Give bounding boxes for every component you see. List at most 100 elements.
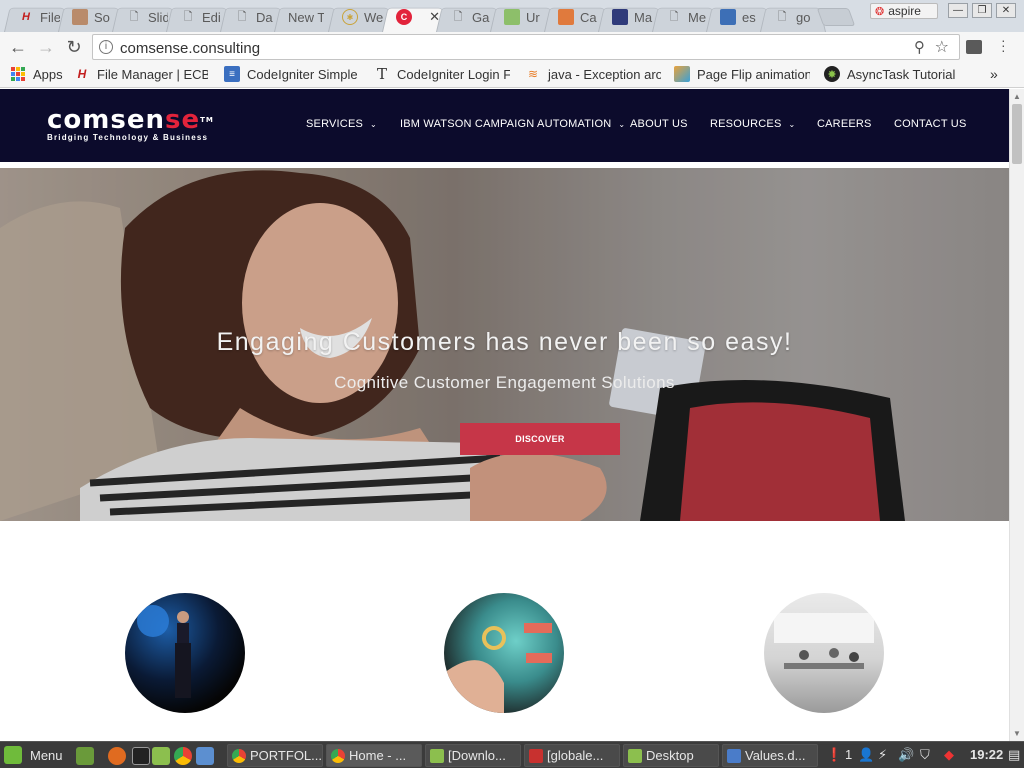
app-icon[interactable] — [196, 747, 214, 765]
arrow-left-icon: ← — [9, 36, 27, 57]
browser-tab[interactable]: So — [58, 2, 116, 32]
zoom-icon[interactable]: ⚲ — [914, 38, 925, 56]
android-icon: ✸ — [824, 66, 840, 82]
extension-icon[interactable] — [966, 40, 982, 54]
terminal-icon[interactable] — [132, 747, 150, 765]
more-bookmarks-icon[interactable]: » — [990, 66, 998, 82]
taskbar-window[interactable]: PORTFOL... — [227, 744, 323, 767]
browser-tab[interactable]: Ma — [598, 2, 656, 32]
back-button[interactable]: ← — [7, 36, 29, 58]
browser-tab[interactable]: 🗋 Ga — [436, 2, 494, 32]
feature-image-automation[interactable] — [444, 593, 564, 713]
comsense-icon: C — [396, 9, 412, 25]
shield-icon[interactable]: ⛉ — [920, 747, 930, 763]
chrome-icon — [331, 748, 345, 763]
url-text[interactable]: comsense.consulting — [120, 40, 260, 57]
star-icon[interactable]: ☆ — [935, 37, 949, 57]
minimize-button[interactable]: — — [948, 3, 968, 18]
start-menu-button[interactable]: Menu — [4, 746, 63, 764]
browser-tab[interactable]: ✱ We — [328, 2, 386, 32]
close-icon: ✕ — [1001, 5, 1011, 16]
page-icon: 🗋 — [129, 10, 139, 23]
scroll-down-icon[interactable]: ▼ — [1013, 729, 1021, 738]
page-icon: 🗋 — [669, 10, 679, 23]
mint-logo-icon — [4, 746, 22, 764]
page-scrollbar[interactable]: ▲ ▼ — [1009, 89, 1024, 741]
volume-icon[interactable]: 🔊 — [898, 747, 914, 763]
image-icon — [72, 9, 88, 25]
user-icon[interactable]: 👤 — [858, 747, 874, 763]
nav-resources[interactable]: RESOURCES ⌄ — [710, 118, 795, 130]
browser-tab[interactable]: Ur — [490, 2, 548, 32]
bookmark-item[interactable]: ✸ AsyncTask Tutorial — [824, 66, 964, 82]
feature-image-commerce[interactable] — [125, 593, 245, 713]
firefox-icon[interactable] — [108, 747, 126, 765]
image-icon — [674, 66, 690, 82]
square-icon — [720, 9, 736, 25]
logo-tagline: Bridging Technology & Business — [47, 133, 209, 142]
info-icon[interactable]: i — [99, 40, 113, 54]
page-viewport: comsenseTM Bridging Technology & Busines… — [0, 89, 1009, 741]
browser-tab[interactable]: Ca — [544, 2, 602, 32]
browser-tab[interactable]: es — [706, 2, 764, 32]
taskbar-window[interactable]: Desktop — [623, 744, 719, 767]
close-icon[interactable]: ✕ — [429, 9, 440, 25]
page-icon: 🗋 — [453, 10, 463, 23]
bookmark-item[interactable]: H File Manager | ECB — [74, 66, 208, 82]
browser-tab-active[interactable]: C ✕ — [382, 2, 440, 32]
hero-banner: Engaging Customers has never been so eas… — [0, 168, 1009, 521]
tab-strip: H File So 🗋 Slid 🗋 Edi 🗋 Da New T ✱ We C ✕ 🗋 Ga… — [0, 0, 1024, 34]
feature-image-office[interactable] — [764, 593, 884, 713]
browser-tab[interactable]: 🗋 Slid — [112, 2, 170, 32]
bookmarks-bar: Apps H File Manager | ECB ≡ CodeIgniter Si… — [0, 62, 1024, 88]
taskbar-window-active[interactable]: Home - ... — [326, 744, 422, 767]
chevron-down-icon: ⌄ — [370, 119, 377, 129]
scroll-up-icon[interactable]: ▲ — [1013, 92, 1021, 101]
reload-button[interactable]: ↻ — [63, 36, 85, 58]
maximize-button[interactable]: ❐ — [972, 3, 992, 18]
nav-ibm-watson[interactable]: IBM WATSON CAMPAIGN AUTOMATION ⌄ — [400, 118, 625, 130]
hero-headline: Engaging Customers has never been so eas… — [216, 328, 793, 356]
chevron-down-icon: ⌄ — [788, 119, 796, 129]
bookmark-apps[interactable]: Apps — [10, 66, 63, 82]
alert-icon[interactable]: ❗ — [826, 747, 842, 763]
new-tab-button[interactable] — [816, 8, 856, 26]
window-list-icon[interactable]: ▤ — [1008, 747, 1020, 763]
browser-tab[interactable]: 🗋 Edi — [166, 2, 224, 32]
nav-contact-us[interactable]: CONTACT US — [894, 118, 967, 130]
browser-tab[interactable]: 🗋 Me — [652, 2, 710, 32]
taskbar-window[interactable]: [Downlo... — [425, 744, 521, 767]
forward-button[interactable]: → — [35, 36, 57, 58]
page-icon: 🗋 — [237, 10, 247, 23]
bookmark-item[interactable]: T CodeIgniter Login Fo — [374, 66, 510, 82]
maximize-icon: ❐ — [977, 5, 987, 16]
network-icon[interactable]: ⚡ — [878, 747, 887, 763]
bookmark-item[interactable]: ≋ java - Exception aro — [525, 66, 661, 82]
browser-tab[interactable]: 🗋 Da — [220, 2, 278, 32]
menu-dots-icon[interactable]: · · · — [1001, 33, 1006, 57]
chrome-icon[interactable] — [174, 747, 192, 765]
folder-icon[interactable] — [152, 747, 170, 765]
discover-button[interactable]: DISCOVER — [460, 423, 620, 455]
update-icon[interactable]: ◆ — [944, 747, 954, 763]
nav-services[interactable]: SERVICES ⌄ — [306, 118, 377, 130]
filezilla-icon — [529, 748, 543, 763]
page-icon: 🗋 — [183, 10, 193, 23]
address-bar[interactable]: i comsense.consulting ⚲ ☆ — [92, 34, 960, 60]
nav-careers[interactable]: CAREERS — [817, 118, 872, 130]
taskbar-window[interactable]: [globale... — [524, 744, 620, 767]
profile-button[interactable]: ❂ aspire — [870, 3, 938, 19]
browser-tab[interactable]: New T — [274, 2, 332, 32]
bookmark-item[interactable]: ≡ CodeIgniter Simple — [224, 66, 358, 82]
browser-tab[interactable]: 🗋 go — [760, 2, 818, 32]
scroll-thumb[interactable] — [1012, 104, 1022, 164]
taskbar-window[interactable]: Values.d... — [722, 744, 818, 767]
site-logo[interactable]: comsenseTM Bridging Technology & Busines… — [47, 107, 214, 142]
bookmark-item[interactable]: Page Flip animation — [674, 66, 810, 82]
browser-tab[interactable]: H File — [4, 2, 62, 32]
show-desktop-icon[interactable] — [76, 747, 94, 765]
clock[interactable]: 19:22 — [970, 747, 1003, 762]
close-window-button[interactable]: ✕ — [996, 3, 1016, 18]
hero-subheadline: Cognitive Customer Engagement Solutions — [334, 373, 675, 392]
nav-about-us[interactable]: ABOUT US — [630, 118, 688, 130]
